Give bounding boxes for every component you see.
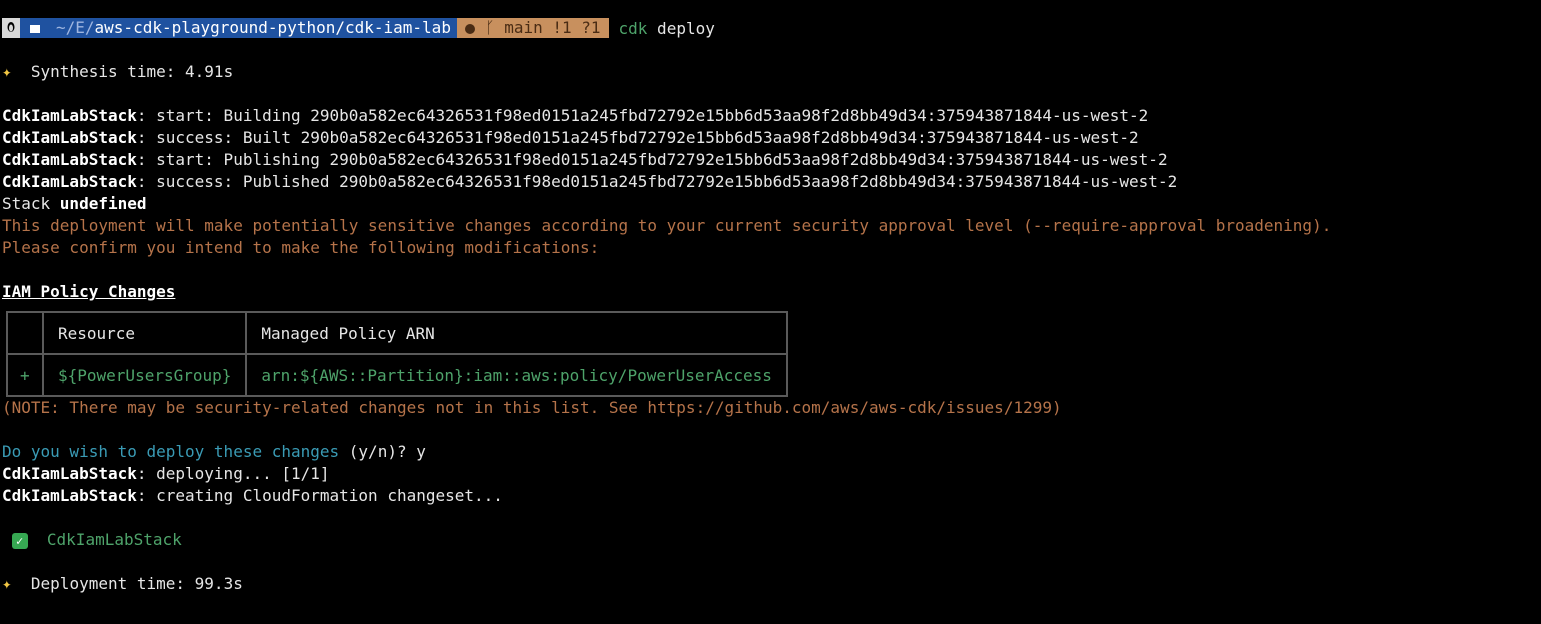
result-stack: CdkIamLabStack <box>46 530 182 549</box>
stack-prefix: Stack <box>2 194 60 213</box>
stack-name: CdkIamLabStack <box>2 172 137 191</box>
asset-line: CdkIamLabStack: success: Published 290b0… <box>2 171 1537 193</box>
stack-name: CdkIamLabStack <box>2 128 137 147</box>
arn-cell: arn:${AWS::Partition}:iam::aws:policy/Po… <box>245 353 788 397</box>
confirm-answer: y <box>416 442 426 461</box>
linux-icon <box>6 18 16 38</box>
stack-name: CdkIamLabStack <box>2 464 137 483</box>
asset-text: : start: Building 290b0a582ec64326531f98… <box>136 106 1149 125</box>
confirm-question: Do you wish to deploy these changes <box>2 442 340 461</box>
check-mark-icon: ✓ <box>11 532 28 549</box>
iam-policy-table: Resource Managed Policy ARN + ${PowerUse… <box>6 311 788 397</box>
asset-text: : success: Published 290b0a582ec64326531… <box>136 172 1178 191</box>
table-header-cell: Resource <box>41 311 248 355</box>
asset-text: : start: Publishing 290b0a582ec64326531f… <box>136 150 1168 169</box>
iam-section-heading: IAM Policy Changes <box>2 282 176 301</box>
table-header-row: Resource Managed Policy ARN <box>6 311 788 355</box>
iam-section-title: IAM Policy Changes <box>2 281 1537 303</box>
stack-value: undefined <box>59 194 147 213</box>
stack-undefined-line: Stack undefined <box>2 193 1537 215</box>
asset-text: : success: Built 290b0a582ec64326531f98e… <box>136 128 1139 147</box>
terminal-output: ~/E/aws-cdk-playground-python/cdk-iam-la… <box>2 17 1537 595</box>
branch-icon: ᚴ <box>484 18 505 37</box>
table-header-cell: Managed Policy ARN <box>245 311 788 355</box>
deploy-text: : creating CloudFormation changeset... <box>136 486 503 505</box>
table-row: + ${PowerUsersGroup} arn:${AWS::Partitio… <box>6 353 788 397</box>
asset-line: CdkIamLabStack: start: Building 290b0a58… <box>2 105 1537 127</box>
change-sign: + <box>6 353 44 397</box>
stack-name: CdkIamLabStack <box>2 106 137 125</box>
result-line: ✓ CdkIamLabStack <box>2 529 1537 551</box>
deploy-text: : deploying... [1/1] <box>136 464 330 483</box>
synthesis-text: Synthesis time: 4.91s <box>11 62 234 81</box>
resource-cell: ${PowerUsersGroup} <box>41 353 248 397</box>
path-prefix: ~/E/ <box>56 18 95 37</box>
prompt-path-segment: ~/E/aws-cdk-playground-python/cdk-iam-la… <box>20 18 457 38</box>
asset-line: CdkIamLabStack: start: Publishing 290b0a… <box>2 149 1537 171</box>
path-rest: aws-cdk-playground-python/cdk-iam-lab <box>94 18 451 37</box>
deployment-time-line: ✦ Deployment time: 99.3s <box>2 573 1537 595</box>
command: cdk deploy <box>609 19 715 38</box>
prompt-os-segment <box>2 18 20 38</box>
deployment-text: Deployment time: 99.3s <box>11 574 243 593</box>
sparkles-icon: ✦ <box>2 574 12 593</box>
stack-name: CdkIamLabStack <box>2 150 137 169</box>
command-args: deploy <box>647 18 715 38</box>
github-icon <box>464 23 475 34</box>
warning-line: This deployment will make potentially se… <box>2 216 1332 235</box>
shell-prompt: ~/E/aws-cdk-playground-python/cdk-iam-la… <box>2 17 1537 39</box>
synthesis-line: ✦ Synthesis time: 4.91s <box>2 61 1537 83</box>
confirm-choices: (y/n)? <box>339 442 417 461</box>
folder-icon <box>30 24 40 33</box>
table-header-cell <box>6 311 44 355</box>
note-line: (NOTE: There may be security-related cha… <box>2 398 1062 417</box>
sparkles-icon: ✦ <box>2 62 12 81</box>
confirm-line: Do you wish to deploy these changes (y/n… <box>2 441 1537 463</box>
command-name: cdk <box>618 18 648 38</box>
warning-line: Please confirm you intend to make the fo… <box>2 238 600 257</box>
deploy-line: CdkIamLabStack: deploying... [1/1] <box>2 463 1537 485</box>
asset-line: CdkIamLabStack: success: Built 290b0a582… <box>2 127 1537 149</box>
deploy-line: CdkIamLabStack: creating CloudFormation … <box>2 485 1537 507</box>
stack-name: CdkIamLabStack <box>2 486 137 505</box>
git-status: main !1 ?1 <box>504 18 601 37</box>
prompt-git-segment: ᚴ main !1 ?1 <box>456 18 609 38</box>
